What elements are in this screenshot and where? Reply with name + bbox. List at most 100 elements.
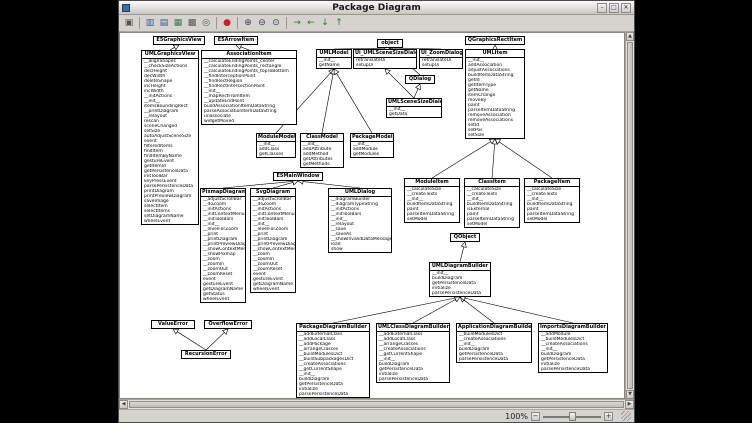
increase-height-icon[interactable]: ↓ bbox=[319, 17, 331, 29]
class-name: PackageDiagramBuilder bbox=[297, 324, 369, 332]
toolbar-separator bbox=[237, 17, 238, 29]
resize-grip[interactable] bbox=[621, 411, 631, 421]
class-name: UMLDialog bbox=[329, 189, 391, 197]
increase-width-icon[interactable]: → bbox=[291, 17, 303, 29]
uml-class-box[interactable]: UMLDiagramBuilder__init__buildDiagramget… bbox=[429, 262, 491, 297]
uml-class-box[interactable]: ClassModel__init__addAttributeaddMethodg… bbox=[300, 133, 344, 168]
save-icon[interactable]: ▥ bbox=[144, 17, 156, 29]
class-name: ModuleItem bbox=[405, 179, 459, 187]
maximize-button[interactable]: □ bbox=[609, 3, 619, 13]
decrease-height-icon[interactable]: ↑ bbox=[333, 17, 345, 29]
diagram-canvas[interactable]: E5GraphicsView E5ArrowItem object QGraphics… bbox=[119, 32, 625, 399]
scroll-down-button[interactable]: ▼ bbox=[626, 390, 634, 399]
class-member: getName bbox=[317, 63, 351, 68]
class-name: UMLClassDiagramBuilder bbox=[377, 324, 449, 332]
class-name: OverflowError bbox=[205, 321, 251, 329]
class-member: setupUi bbox=[354, 63, 416, 68]
class-name: PixmapDiagram bbox=[201, 189, 245, 197]
uml-class-box[interactable]: UMLSceneSizeDialog__init__getData bbox=[386, 98, 442, 118]
class-name: E5ArrowItem bbox=[215, 37, 257, 45]
print-icon[interactable]: ▩ bbox=[186, 17, 198, 29]
decrease-width-icon[interactable]: ← bbox=[305, 17, 317, 29]
zoom-in-icon[interactable]: ⊕ bbox=[242, 17, 254, 29]
uml-class-box[interactable]: UMLItem__init__addAssociationadjustAssoc… bbox=[465, 49, 525, 139]
zoom-in-button[interactable]: + bbox=[604, 412, 613, 421]
class-member: setupUi bbox=[420, 63, 462, 68]
uml-class-box[interactable]: PackageDiagramBuilder__addExternalClass_… bbox=[296, 323, 370, 398]
zoom-reset-icon[interactable]: ⊙ bbox=[270, 17, 282, 29]
class-member: getMethods bbox=[301, 162, 343, 167]
zoom-widget: 100% − + bbox=[505, 412, 613, 421]
print-preview-icon[interactable]: ◎ bbox=[200, 17, 212, 29]
uml-class-box[interactable]: Ui_UMLSceneSizeDialogretranslateUisetupU… bbox=[353, 49, 417, 69]
class-name: QGraphicsRectItem bbox=[466, 37, 524, 45]
uml-class-box[interactable]: UMLDialog__diagramBuilder__diagramTypeSt… bbox=[328, 188, 392, 253]
class-name: ApplicationDiagramBuilder bbox=[457, 324, 531, 332]
uml-class-box[interactable]: SvgDiagram__adjustScrollBar__doZoom__ini… bbox=[250, 188, 296, 293]
class-member: setSize bbox=[466, 133, 524, 138]
uml-class-box[interactable]: Ui_ZoomDialogretranslateUisetupUi bbox=[419, 49, 463, 69]
uml-class-box[interactable]: ModuleItem__calculateSize__createTexts__… bbox=[404, 178, 460, 223]
minimize-button[interactable]: – bbox=[597, 3, 607, 13]
window-controls: –□✕ bbox=[597, 3, 631, 13]
uml-class-box[interactable]: OverflowError bbox=[204, 320, 252, 329]
close-window-icon[interactable]: ▣ bbox=[123, 17, 135, 29]
uml-class-box[interactable]: E5ArrowItem bbox=[214, 36, 258, 45]
titlebar[interactable]: Package Diagram –□✕ bbox=[119, 1, 634, 15]
scroll-left-button[interactable]: ◀ bbox=[119, 400, 128, 409]
class-member: parsePersistenceData bbox=[430, 291, 490, 296]
class-name: PackageItem bbox=[525, 179, 579, 187]
save-image-icon[interactable]: ▦ bbox=[172, 17, 184, 29]
uml-class-box[interactable]: PixmapDiagram__adjustScrollBar__doZoom__… bbox=[200, 188, 246, 303]
class-name: E5MainWindow bbox=[274, 173, 322, 181]
uml-class-box[interactable]: UMLClassDiagramBuilder__addExternalClass… bbox=[376, 323, 450, 383]
class-member: parsePersistenceData bbox=[297, 392, 369, 397]
uml-class-box[interactable]: AssociationItem__calculateEndingPoints_c… bbox=[201, 50, 297, 125]
class-member: wheelEvent bbox=[142, 219, 198, 224]
uml-class-box[interactable]: RecursionError bbox=[181, 350, 231, 359]
zoom-level-label: 100% bbox=[505, 412, 528, 421]
uml-class-box[interactable]: ImportsDiagramBuilder__addModule__buildM… bbox=[538, 323, 608, 373]
uml-class-box[interactable]: UMLGraphicsView__alignShapes__checkSizeA… bbox=[141, 50, 199, 225]
uml-class-box[interactable]: QDialog bbox=[405, 75, 435, 84]
scroll-right-button[interactable]: ▶ bbox=[625, 400, 634, 409]
save-as-icon[interactable]: ▤ bbox=[158, 17, 170, 29]
class-member: wheelEvent bbox=[251, 287, 295, 292]
class-member: wheelEvent bbox=[201, 297, 245, 302]
zoom-out-icon[interactable]: ⊖ bbox=[256, 17, 268, 29]
class-name: PackageModel bbox=[351, 134, 393, 142]
class-member: setModel bbox=[465, 222, 519, 227]
zoom-slider[interactable] bbox=[543, 412, 601, 421]
class-name: AssociationItem bbox=[202, 51, 296, 59]
horizontal-scrollbar: ◀ ▶ bbox=[119, 399, 634, 409]
close-button[interactable]: ✕ bbox=[621, 3, 631, 13]
package-diagram-window: Package Diagram –□✕ ▣ ▥▤▦▩◎ ● ⊕⊖⊙ →←↓↑ E5Gra… bbox=[118, 0, 635, 423]
uml-class-box[interactable]: ModuleModel__init__addClassgetClasses bbox=[256, 133, 296, 158]
zoom-out-button[interactable]: − bbox=[531, 412, 540, 421]
horizontal-scroll-thumb[interactable] bbox=[129, 401, 624, 408]
class-member: parsePersistenceData bbox=[539, 367, 607, 372]
class-name: UMLSceneSizeDialog bbox=[387, 99, 441, 107]
uml-class-box[interactable]: ValueError bbox=[151, 320, 195, 329]
relayout-icon[interactable]: ● bbox=[221, 17, 233, 29]
scroll-up-button[interactable]: ▲ bbox=[626, 32, 634, 41]
zoom-slider-thumb[interactable] bbox=[569, 412, 576, 421]
uml-class-box[interactable]: QGraphicsRectItem bbox=[465, 36, 525, 45]
class-name: QObject bbox=[451, 234, 479, 242]
uml-class-box[interactable]: ClassItem__calculateSize__createTexts__i… bbox=[464, 178, 520, 228]
uml-class-box[interactable]: UMLModel__init__getName bbox=[316, 49, 352, 69]
toolbar-separator bbox=[139, 17, 140, 29]
class-member: setModel bbox=[525, 217, 579, 222]
uml-class-box[interactable]: PackageItem__calculateSize__createTexts_… bbox=[524, 178, 580, 223]
class-name: ClassItem bbox=[465, 179, 519, 187]
toolbar-separator bbox=[216, 17, 217, 29]
uml-class-box[interactable]: PackageModel__init__addModulegetModules bbox=[350, 133, 394, 158]
uml-class-box[interactable]: object bbox=[377, 39, 403, 48]
class-name: Ui_UMLSceneSizeDialog bbox=[354, 50, 416, 58]
class-name: ImportsDiagramBuilder bbox=[539, 324, 607, 332]
uml-class-box[interactable]: E5GraphicsView bbox=[153, 36, 205, 45]
uml-class-box[interactable]: QObject bbox=[450, 233, 480, 242]
vertical-scroll-thumb[interactable] bbox=[627, 42, 633, 389]
uml-class-box[interactable]: E5MainWindow bbox=[273, 172, 323, 181]
uml-class-box[interactable]: ApplicationDiagramBuilder__buildModulesD… bbox=[456, 323, 532, 363]
